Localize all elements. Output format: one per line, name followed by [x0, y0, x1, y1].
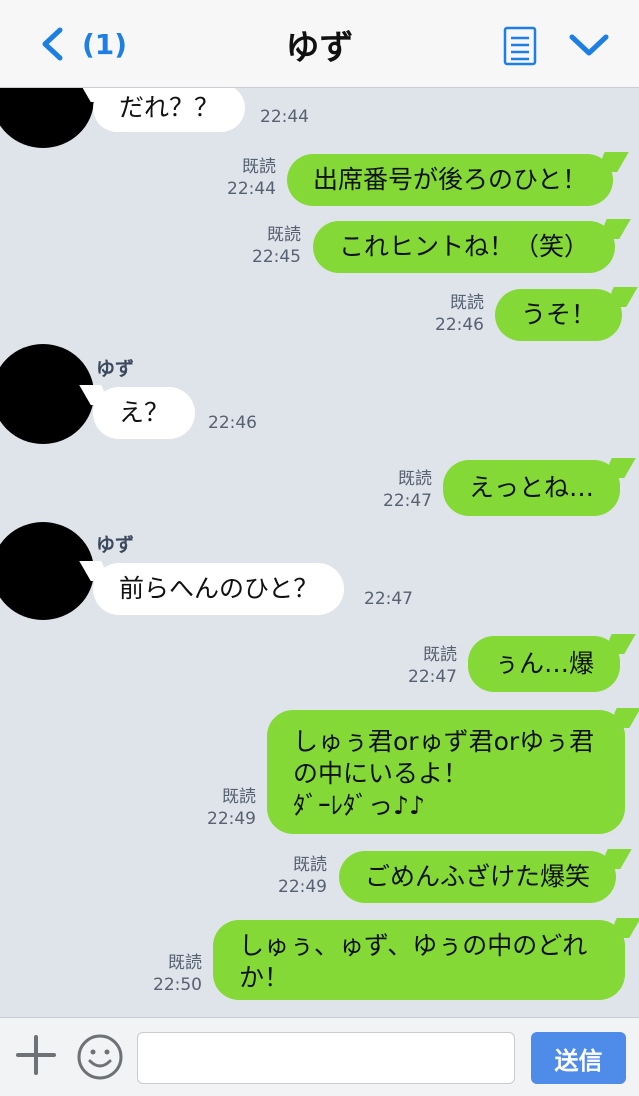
message-bubble[interactable]: 前らへんのひと？	[93, 563, 345, 615]
message-meta: 既読 22:44	[200, 156, 276, 200]
message-bubble[interactable]: え？	[93, 387, 196, 439]
message-bubble[interactable]: うそ！	[495, 289, 623, 341]
message-bubble[interactable]: ぅん…爆	[468, 636, 621, 692]
message-time: 22:46	[435, 315, 484, 335]
notes-icon[interactable]	[503, 26, 537, 66]
read-receipt: 既読	[267, 225, 301, 245]
chevron-down-icon[interactable]	[568, 30, 610, 60]
message-meta: 既読 22:49	[251, 854, 327, 898]
chat-header: (1) ゆず	[0, 0, 639, 88]
message-meta: 既読 22:50	[126, 952, 202, 996]
read-receipt: 既読	[293, 855, 327, 875]
message-input[interactable]	[137, 1032, 515, 1084]
message-meta: 既読 22:49	[180, 786, 256, 830]
input-bar: 送信	[0, 1017, 639, 1096]
send-button[interactable]: 送信	[531, 1032, 626, 1084]
message-bubble[interactable]: だれ？？	[93, 88, 246, 132]
emoji-icon[interactable]	[76, 1033, 124, 1081]
message-time: 22:46	[208, 413, 257, 433]
read-receipt: 既読	[242, 157, 276, 177]
message-bubble[interactable]: しゅぅ君orゅず君orゆぅ君 の中にいるよ！ ﾀﾞｰﾚﾀﾞっ♪♪	[267, 710, 625, 834]
message-time: 22:47	[364, 589, 413, 609]
message-meta: 既読 22:47	[381, 644, 457, 688]
message-bubble[interactable]: これヒントね！（笑）	[313, 221, 616, 273]
plus-icon[interactable]	[16, 1035, 56, 1075]
message-time: 22:44	[260, 107, 309, 127]
message-time: 22:47	[408, 667, 457, 687]
message-time: 22:44	[227, 179, 276, 199]
read-receipt: 既読	[423, 645, 457, 665]
avatar[interactable]	[0, 88, 94, 148]
message-time: 22:49	[207, 809, 256, 829]
sender-name: ゆず	[96, 358, 135, 380]
message-bubble[interactable]: しゅぅ、ゅず、ゆぅの中のどれ か！	[213, 920, 625, 1000]
message-meta: 既読 22:47	[356, 468, 432, 512]
read-receipt: 既読	[450, 293, 484, 313]
sender-name: ゆず	[96, 534, 135, 556]
message-time: 22:47	[383, 491, 432, 511]
read-receipt: 既読	[398, 469, 432, 489]
read-receipt: 既読	[168, 953, 202, 973]
read-receipt: 既読	[222, 787, 256, 807]
chat-title: ゆず	[285, 28, 354, 68]
message-time: 22:45	[252, 247, 301, 267]
message-bubble[interactable]: えっとね…	[443, 460, 621, 516]
message-bubble[interactable]: ごめんふざけた爆笑	[339, 851, 617, 903]
avatar[interactable]	[0, 344, 94, 444]
message-list[interactable]: だれ？？ 22:44 既読 22:44 出席番号が後ろのひと！ 既読 22:45…	[0, 88, 639, 1017]
avatar[interactable]	[0, 522, 94, 620]
message-time: 22:49	[278, 877, 327, 897]
message-bubble[interactable]: 出席番号が後ろのひと！	[287, 154, 614, 206]
message-meta: 既読 22:45	[225, 224, 301, 268]
message-meta: 既読 22:46	[408, 292, 484, 336]
message-time: 22:50	[153, 975, 202, 995]
